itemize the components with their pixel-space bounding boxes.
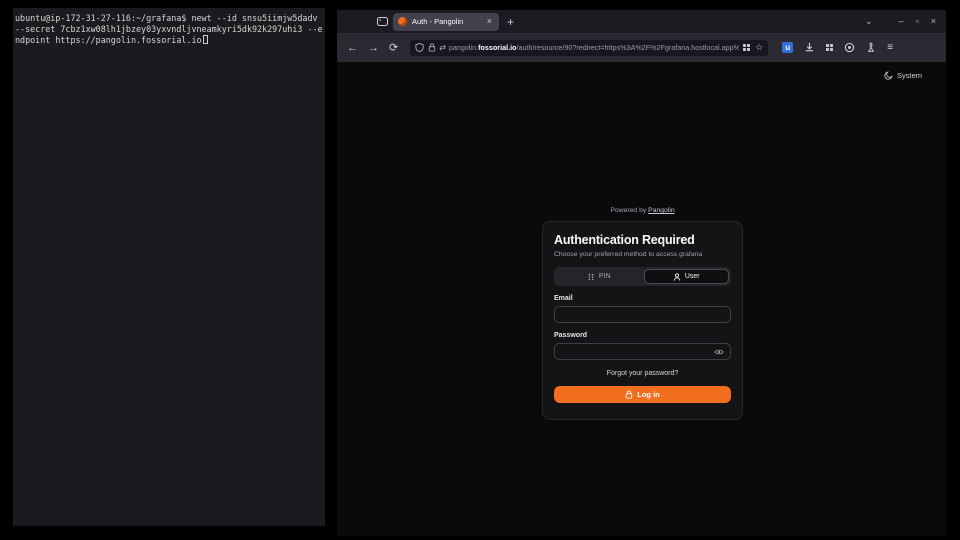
user-icon <box>673 273 681 281</box>
browser-toolbar: ← → ⟳ ⇄ pangolin.fossorial.io/auth/resou… <box>337 33 946 62</box>
terminal-line: ubuntu@ip-172-31-27-116:~/grafana$ newt … <box>15 13 318 23</box>
moon-icon <box>884 71 893 80</box>
extensions-icon[interactable] <box>826 44 833 51</box>
theme-toggle[interactable]: System <box>884 71 922 80</box>
labs-flask-icon[interactable] <box>866 42 876 53</box>
email-field-wrap <box>554 306 731 323</box>
powered-by-text: Powered by <box>610 207 648 214</box>
show-password-eye-icon[interactable] <box>714 348 724 356</box>
url-subdomain: pangolin. <box>449 43 478 52</box>
card-subtitle: Choose your preferred method to access g… <box>554 251 731 258</box>
card-title: Authentication Required <box>554 233 731 247</box>
hamburger-menu-icon[interactable]: ≡ <box>887 42 893 53</box>
page-content: System Powered by Pangolin Authenticatio… <box>337 62 946 536</box>
terminal-line: ndpoint https://pangolin.fossorial.io <box>15 35 202 45</box>
permissions-icon[interactable]: ⇄ <box>439 43 446 52</box>
login-lock-icon <box>625 390 633 399</box>
terminal-line: --secret 7cbz1xw08lh1jbzey03yxvndljvneam… <box>15 24 323 34</box>
account-icon[interactable] <box>844 42 855 53</box>
auth-card: Authentication Required Choose your pref… <box>542 221 743 420</box>
firefox-view-icon[interactable] <box>375 15 389 29</box>
tab-pin-label: PIN <box>599 273 611 280</box>
window-controls: ⌄ – ▫ × <box>865 17 946 26</box>
tab-auth-pangolin[interactable]: Auth - Pangolin × <box>393 13 499 31</box>
url-path: /auth/resource/90?redirect=https%3A%2F%2… <box>516 43 739 52</box>
tab-strip: Auth - Pangolin × + ⌄ – ▫ × <box>337 10 946 33</box>
tab-title: Auth - Pangolin <box>412 17 485 26</box>
bookmark-star-icon[interactable]: ☆ <box>755 42 763 53</box>
list-all-tabs-icon[interactable]: ⌄ <box>865 17 873 26</box>
theme-label: System <box>897 71 922 80</box>
forward-button[interactable]: → <box>368 42 379 54</box>
login-button[interactable]: Log in <box>554 386 731 403</box>
toolbar-extension-icons: u ≡ <box>782 42 893 53</box>
close-window-button[interactable]: × <box>931 17 936 26</box>
urlbar-end-icons: ☆ <box>743 42 763 53</box>
browser-window: Auth - Pangolin × + ⌄ – ▫ × ← → ⟳ ⇄ pang… <box>337 10 946 526</box>
login-button-label: Log in <box>637 390 660 399</box>
email-label: Email <box>554 295 731 302</box>
password-input[interactable] <box>561 347 714 356</box>
maximize-button[interactable]: ▫ <box>916 17 919 26</box>
pangolin-favicon <box>398 17 407 26</box>
pin-keypad-icon <box>587 273 595 281</box>
tab-pin[interactable]: PIN <box>556 269 642 284</box>
new-tab-button[interactable]: + <box>507 15 514 29</box>
downloads-icon[interactable] <box>804 42 815 53</box>
terminal-cursor <box>203 35 208 44</box>
tab-user[interactable]: User <box>644 269 730 284</box>
email-input[interactable] <box>561 310 724 319</box>
pangolin-link[interactable]: Pangolin <box>648 207 674 214</box>
tab-close-icon[interactable]: × <box>485 16 494 27</box>
tracking-shield-icon[interactable] <box>415 43 424 52</box>
containers-icon[interactable] <box>743 44 750 51</box>
lock-icon[interactable] <box>428 43 436 52</box>
tab-user-label: User <box>685 273 700 280</box>
ublock-extension-icon[interactable]: u <box>782 42 793 53</box>
url-domain: fossorial.io <box>478 43 516 52</box>
minimize-button[interactable]: – <box>899 17 904 26</box>
password-field-wrap <box>554 343 731 360</box>
back-button[interactable]: ← <box>347 42 358 54</box>
url-bar[interactable]: ⇄ pangolin.fossorial.io/auth/resource/90… <box>410 40 768 56</box>
powered-by: Powered by Pangolin <box>542 207 743 214</box>
password-label: Password <box>554 332 731 339</box>
reload-button[interactable]: ⟳ <box>389 41 398 54</box>
forgot-password-link[interactable]: Forgot your password? <box>554 370 731 377</box>
terminal-output: ubuntu@ip-172-31-27-116:~/grafana$ newt … <box>15 13 323 46</box>
url-text[interactable]: pangolin.fossorial.io/auth/resource/90?r… <box>449 43 739 52</box>
terminal-window[interactable]: ubuntu@ip-172-31-27-116:~/grafana$ newt … <box>13 8 325 526</box>
auth-method-tabs: PIN User <box>554 267 731 286</box>
